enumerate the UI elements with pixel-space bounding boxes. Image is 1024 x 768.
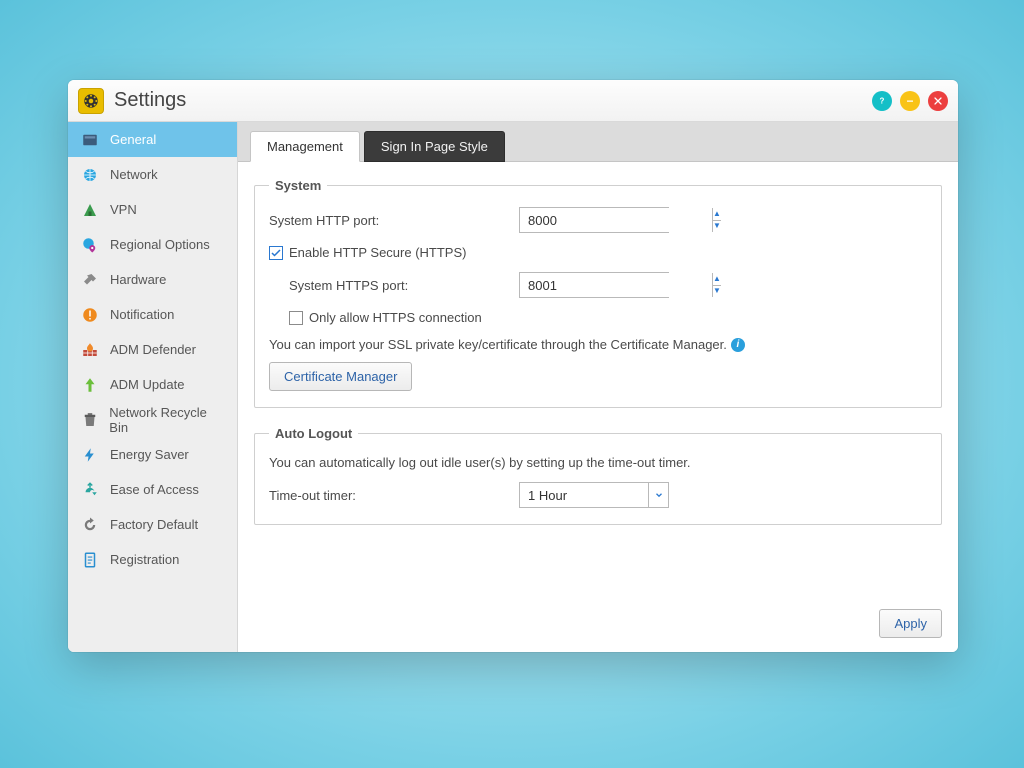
sidebar-item-label: Energy Saver: [110, 447, 189, 462]
energy-icon: [80, 445, 100, 465]
spinner-down-icon[interactable]: ▼: [713, 286, 721, 298]
window-title: Settings: [114, 89, 864, 112]
sidebar-item-notification[interactable]: Notification: [68, 297, 237, 332]
tab-label: Management: [267, 139, 343, 154]
https-port-label: System HTTPS port:: [289, 278, 519, 293]
sidebar-item-registration[interactable]: Registration: [68, 542, 237, 577]
sidebar-item-label: General: [110, 132, 156, 147]
tab-sign-in-page-style[interactable]: Sign In Page Style: [364, 131, 505, 162]
globe-pin-icon: [80, 235, 100, 255]
ssl-hint-text: You can import your SSL private key/cert…: [269, 337, 727, 352]
sidebar-item-regional-options[interactable]: Regional Options: [68, 227, 237, 262]
sidebar-item-general[interactable]: General: [68, 122, 237, 157]
close-button[interactable]: [928, 91, 948, 111]
sidebar-item-label: Regional Options: [110, 237, 210, 252]
timeout-label: Time-out timer:: [269, 488, 519, 503]
enable-https-checkbox[interactable]: Enable HTTP Secure (HTTPS): [269, 245, 466, 260]
vpn-icon: [80, 200, 100, 220]
settings-app-icon: [78, 88, 104, 114]
apply-button[interactable]: Apply: [879, 609, 942, 638]
sidebar-item-label: Registration: [110, 552, 179, 567]
sidebar-item-energy-saver[interactable]: Energy Saver: [68, 437, 237, 472]
sidebar-item-factory-default[interactable]: Factory Default: [68, 507, 237, 542]
sidebar-item-label: Ease of Access: [110, 482, 199, 497]
auto-logout-hint: You can automatically log out idle user(…: [269, 455, 691, 470]
spinner-arrows: ▲ ▼: [712, 208, 721, 232]
dropdown-arrow-icon[interactable]: [648, 483, 668, 507]
auto-logout-group: Auto Logout You can automatically log ou…: [254, 426, 942, 525]
timeout-value: 1 Hour: [520, 483, 648, 507]
sidebar-item-ease-of-access[interactable]: Ease of Access: [68, 472, 237, 507]
footer: Apply: [238, 601, 958, 652]
sidebar: General Network VPN Regional Options Har…: [68, 122, 238, 652]
sidebar-item-network[interactable]: Network: [68, 157, 237, 192]
settings-window: Settings ? General Network VPN: [68, 80, 958, 652]
spinner-up-icon[interactable]: ▲: [713, 208, 721, 221]
content-area: System System HTTP port: ▲ ▼: [238, 162, 958, 601]
only-https-label: Only allow HTTPS connection: [309, 310, 482, 325]
sidebar-item-label: ADM Update: [110, 377, 184, 392]
notification-icon: [80, 305, 100, 325]
minimize-button[interactable]: [900, 91, 920, 111]
recycle-bin-icon: [80, 410, 99, 430]
sidebar-item-label: Network Recycle Bin: [109, 405, 225, 435]
general-icon: [80, 130, 100, 150]
sidebar-item-label: Hardware: [110, 272, 166, 287]
system-group: System System HTTP port: ▲ ▼: [254, 178, 942, 408]
sidebar-item-hardware[interactable]: Hardware: [68, 262, 237, 297]
tab-label: Sign In Page Style: [381, 139, 488, 154]
reset-icon: [80, 515, 100, 535]
https-port-input[interactable]: [520, 273, 712, 297]
sidebar-item-network-recycle-bin[interactable]: Network Recycle Bin: [68, 402, 237, 437]
http-port-input[interactable]: [520, 208, 712, 232]
firewall-icon: [80, 340, 100, 360]
checkbox-unchecked-icon: [289, 311, 303, 325]
spinner-up-icon[interactable]: ▲: [713, 273, 721, 286]
help-button[interactable]: ?: [872, 91, 892, 111]
tab-bar: Management Sign In Page Style: [238, 122, 958, 162]
sidebar-item-label: Network: [110, 167, 158, 182]
spinner-down-icon[interactable]: ▼: [713, 221, 721, 233]
tab-management[interactable]: Management: [250, 131, 360, 162]
titlebar: Settings ?: [68, 80, 958, 122]
https-port-spinner[interactable]: ▲ ▼: [519, 272, 669, 298]
checkbox-checked-icon: [269, 246, 283, 260]
main-panel: Management Sign In Page Style System Sys…: [238, 122, 958, 652]
sidebar-item-label: Factory Default: [110, 517, 198, 532]
network-icon: [80, 165, 100, 185]
svg-text:?: ?: [880, 96, 885, 105]
ease-of-access-icon: [80, 480, 100, 500]
http-port-spinner[interactable]: ▲ ▼: [519, 207, 669, 233]
registration-icon: [80, 550, 100, 570]
http-port-label: System HTTP port:: [269, 213, 519, 228]
only-https-checkbox[interactable]: Only allow HTTPS connection: [289, 310, 482, 325]
hardware-icon: [80, 270, 100, 290]
sidebar-item-adm-update[interactable]: ADM Update: [68, 367, 237, 402]
info-icon[interactable]: i: [731, 338, 745, 352]
timeout-select[interactable]: 1 Hour: [519, 482, 669, 508]
sidebar-item-vpn[interactable]: VPN: [68, 192, 237, 227]
sidebar-item-label: Notification: [110, 307, 174, 322]
auto-logout-legend: Auto Logout: [269, 426, 358, 441]
enable-https-label: Enable HTTP Secure (HTTPS): [289, 245, 466, 260]
certificate-manager-button[interactable]: Certificate Manager: [269, 362, 412, 391]
system-legend: System: [269, 178, 327, 193]
sidebar-item-label: ADM Defender: [110, 342, 196, 357]
spinner-arrows: ▲ ▼: [712, 273, 721, 297]
sidebar-item-adm-defender[interactable]: ADM Defender: [68, 332, 237, 367]
sidebar-item-label: VPN: [110, 202, 137, 217]
update-icon: [80, 375, 100, 395]
